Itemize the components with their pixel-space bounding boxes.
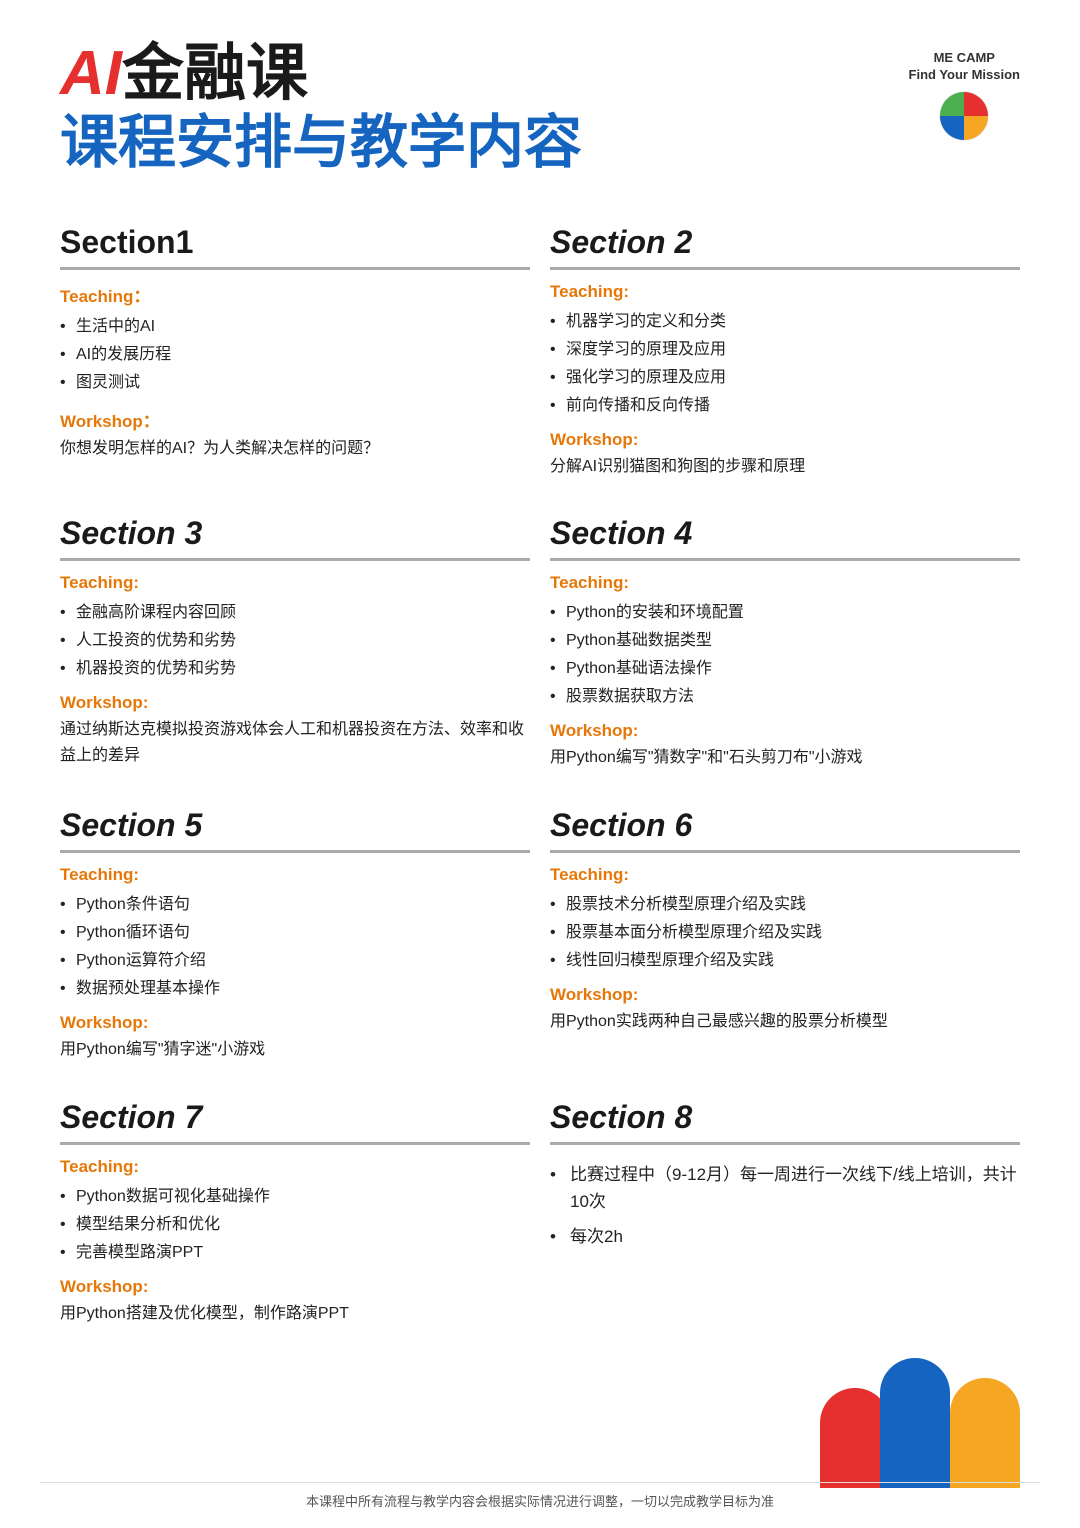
section-title-s4: Section 4 bbox=[550, 515, 1020, 552]
section-s7: Section 7 Teaching: Python数据可视化基础操作模型结果分析和… bbox=[60, 1083, 550, 1347]
section-divider-s4 bbox=[550, 558, 1020, 561]
workshop-label-s4: Workshop: bbox=[550, 721, 1020, 741]
workshop-text-s4: 用Python编写"猜数字"和"石头剪刀布"小游戏 bbox=[550, 745, 1020, 771]
teaching-list-s5: Python条件语句Python循环语句Python运算符介绍数据预处理基本操作 bbox=[60, 891, 530, 1003]
workshop-label-s6: Workshop: bbox=[550, 985, 1020, 1005]
section-title-s1: Section1 bbox=[60, 224, 530, 261]
teaching-label-s1: Teaching： bbox=[60, 282, 530, 307]
list-item: Python运算符介绍 bbox=[60, 947, 530, 975]
section-s1: Section1 Teaching： 生活中的AIAI的发展历程图灵测试 Worksh… bbox=[60, 208, 550, 500]
section-s3: Section 3 Teaching: 金融高阶课程内容回顾人工投资的优势和劣势机器… bbox=[60, 499, 550, 791]
list-item: 机器学习的定义和分类 bbox=[550, 308, 1020, 336]
section-divider-s2 bbox=[550, 267, 1020, 270]
workshop-label-s2: Workshop: bbox=[550, 430, 1020, 450]
workshop-label-s7: Workshop: bbox=[60, 1277, 530, 1297]
workshop-text-s1: 你想发明怎样的AI？为人类解决怎样的问题？ bbox=[60, 436, 530, 462]
section-s4: Section 4Teaching:Python的安装和环境配置Python基础… bbox=[550, 499, 1040, 791]
teaching-list-s6: 股票技术分析模型原理介绍及实践股票基本面分析模型原理介绍及实践线性回归模型原理介… bbox=[550, 891, 1020, 975]
list-item: 人工投资的优势和劣势 bbox=[60, 627, 530, 655]
list-item: 深度学习的原理及应用 bbox=[550, 336, 1020, 364]
section-divider-s3 bbox=[60, 558, 530, 561]
title-block: AI金融课 课程安排与教学内容 bbox=[60, 40, 582, 178]
list-item: 比赛过程中（9-12月）每一周进行一次线下/线上培训，共计10次 bbox=[550, 1157, 1020, 1219]
title-line1: AI金融课 bbox=[60, 40, 582, 108]
decorative-shapes bbox=[820, 1328, 1020, 1488]
section8-list: 比赛过程中（9-12月）每一周进行一次线下/线上培训，共计10次每次2h bbox=[550, 1157, 1020, 1255]
list-item: 数据预处理基本操作 bbox=[60, 975, 530, 1003]
logo-icon bbox=[938, 90, 990, 142]
shape-yellow bbox=[950, 1378, 1020, 1488]
title-ai: AI bbox=[60, 39, 122, 108]
workshop-text-s3: 通过纳斯达克模拟投资游戏体会人工和机器投资在方法、效率和收益上的差异 bbox=[60, 717, 530, 768]
list-item: 机器投资的优势和劣势 bbox=[60, 655, 530, 683]
list-item: 模型结果分析和优化 bbox=[60, 1211, 530, 1239]
footer-note: 本课程中所有流程与教学内容会根据实际情况进行调整，一切以完成教学目标为准 bbox=[40, 1482, 1040, 1510]
section-title-s2: Section 2 bbox=[550, 224, 1020, 261]
teaching-label-s7: Teaching: bbox=[60, 1157, 530, 1177]
teaching-list-s2: 机器学习的定义和分类深度学习的原理及应用强化学习的原理及应用前向传播和反向传播 bbox=[550, 308, 1020, 420]
teaching-list-s3: 金融高阶课程内容回顾人工投资的优势和劣势机器投资的优势和劣势 bbox=[60, 599, 530, 683]
teaching-label-s6: Teaching: bbox=[550, 865, 1020, 885]
list-item: 强化学习的原理及应用 bbox=[550, 364, 1020, 392]
list-item: Python循环语句 bbox=[60, 919, 530, 947]
section-divider-s7 bbox=[60, 1142, 530, 1145]
teaching-label-s3: Teaching: bbox=[60, 573, 530, 593]
teaching-list-s1: 生活中的AIAI的发展历程图灵测试 bbox=[60, 313, 530, 397]
title-rest: 金融课 bbox=[122, 39, 308, 108]
shape-blue bbox=[880, 1358, 950, 1488]
list-item: 图灵测试 bbox=[60, 369, 530, 397]
teaching-label-s5: Teaching: bbox=[60, 865, 530, 885]
section-s6: Section 6 Teaching: 股票技术分析模型原理介绍及实践股票基本面分析… bbox=[550, 791, 1040, 1083]
list-item: 股票数据获取方法 bbox=[550, 683, 1020, 711]
list-item: 线性回归模型原理介绍及实践 bbox=[550, 947, 1020, 975]
list-item: 前向传播和反向传播 bbox=[550, 392, 1020, 420]
list-item: 每次2h bbox=[550, 1219, 1020, 1254]
section-s2: Section 2 Teaching: 机器学习的定义和分类深度学习的原理及应用强化… bbox=[550, 208, 1040, 500]
section-divider-s1 bbox=[60, 267, 530, 270]
teaching-list-s4: Python的安装和环境配置Python基础数据类型Python基础语法操作股票… bbox=[550, 599, 1020, 711]
logo-text: ME CAMPFind Your Mission bbox=[909, 50, 1020, 84]
workshop-text-s7: 用Python搭建及优化模型，制作路演PPT bbox=[60, 1301, 530, 1327]
section-title-s7: Section 7 bbox=[60, 1099, 530, 1136]
section-s5: Section 5 Teaching: Python条件语句Python循环语句Py… bbox=[60, 791, 550, 1083]
list-item: Python数据可视化基础操作 bbox=[60, 1183, 530, 1211]
main-content: Section1 Teaching： 生活中的AIAI的发展历程图灵测试 Worksh… bbox=[0, 198, 1080, 1366]
workshop-text-s5: 用Python编写"猜字迷"小游戏 bbox=[60, 1037, 530, 1063]
section-title-s6: Section 6 bbox=[550, 807, 1020, 844]
list-item: Python的安装和环境配置 bbox=[550, 599, 1020, 627]
title-line2: 课程安排与教学内容 bbox=[60, 108, 582, 178]
list-item: 股票技术分析模型原理介绍及实践 bbox=[550, 891, 1020, 919]
workshop-label-s5: Workshop: bbox=[60, 1013, 530, 1033]
list-item: 完善模型路演PPT bbox=[60, 1239, 530, 1267]
section-s8: Section 8 比赛过程中（9-12月）每一周进行一次线下/线上培训，共计10… bbox=[550, 1083, 1040, 1347]
section-title-s8: Section 8 bbox=[550, 1099, 1020, 1136]
logo-block: ME CAMPFind Your Mission bbox=[909, 40, 1020, 142]
section-divider-s8 bbox=[550, 1142, 1020, 1145]
workshop-text-s6: 用Python实践两种自己最感兴趣的股票分析模型 bbox=[550, 1009, 1020, 1035]
list-item: Python基础语法操作 bbox=[550, 655, 1020, 683]
list-item: 生活中的AI bbox=[60, 313, 530, 341]
section-divider-s5 bbox=[60, 850, 530, 853]
teaching-list-s7: Python数据可视化基础操作模型结果分析和优化完善模型路演PPT bbox=[60, 1183, 530, 1267]
list-item: 股票基本面分析模型原理介绍及实践 bbox=[550, 919, 1020, 947]
list-item: Python条件语句 bbox=[60, 891, 530, 919]
list-item: AI的发展历程 bbox=[60, 341, 530, 369]
list-item: 金融高阶课程内容回顾 bbox=[60, 599, 530, 627]
teaching-label-s4: Teaching: bbox=[550, 573, 1020, 593]
section-title-s3: Section 3 bbox=[60, 515, 530, 552]
section-divider-s6 bbox=[550, 850, 1020, 853]
section-title-s5: Section 5 bbox=[60, 807, 530, 844]
teaching-label-s2: Teaching: bbox=[550, 282, 1020, 302]
header: AI金融课 课程安排与教学内容 ME CAMPFind Your Mission bbox=[0, 0, 1080, 198]
workshop-label-s1: Workshop： bbox=[60, 407, 530, 432]
list-item: Python基础数据类型 bbox=[550, 627, 1020, 655]
workshop-text-s2: 分解AI识别猫图和狗图的步骤和原理 bbox=[550, 454, 1020, 480]
workshop-label-s3: Workshop: bbox=[60, 693, 530, 713]
